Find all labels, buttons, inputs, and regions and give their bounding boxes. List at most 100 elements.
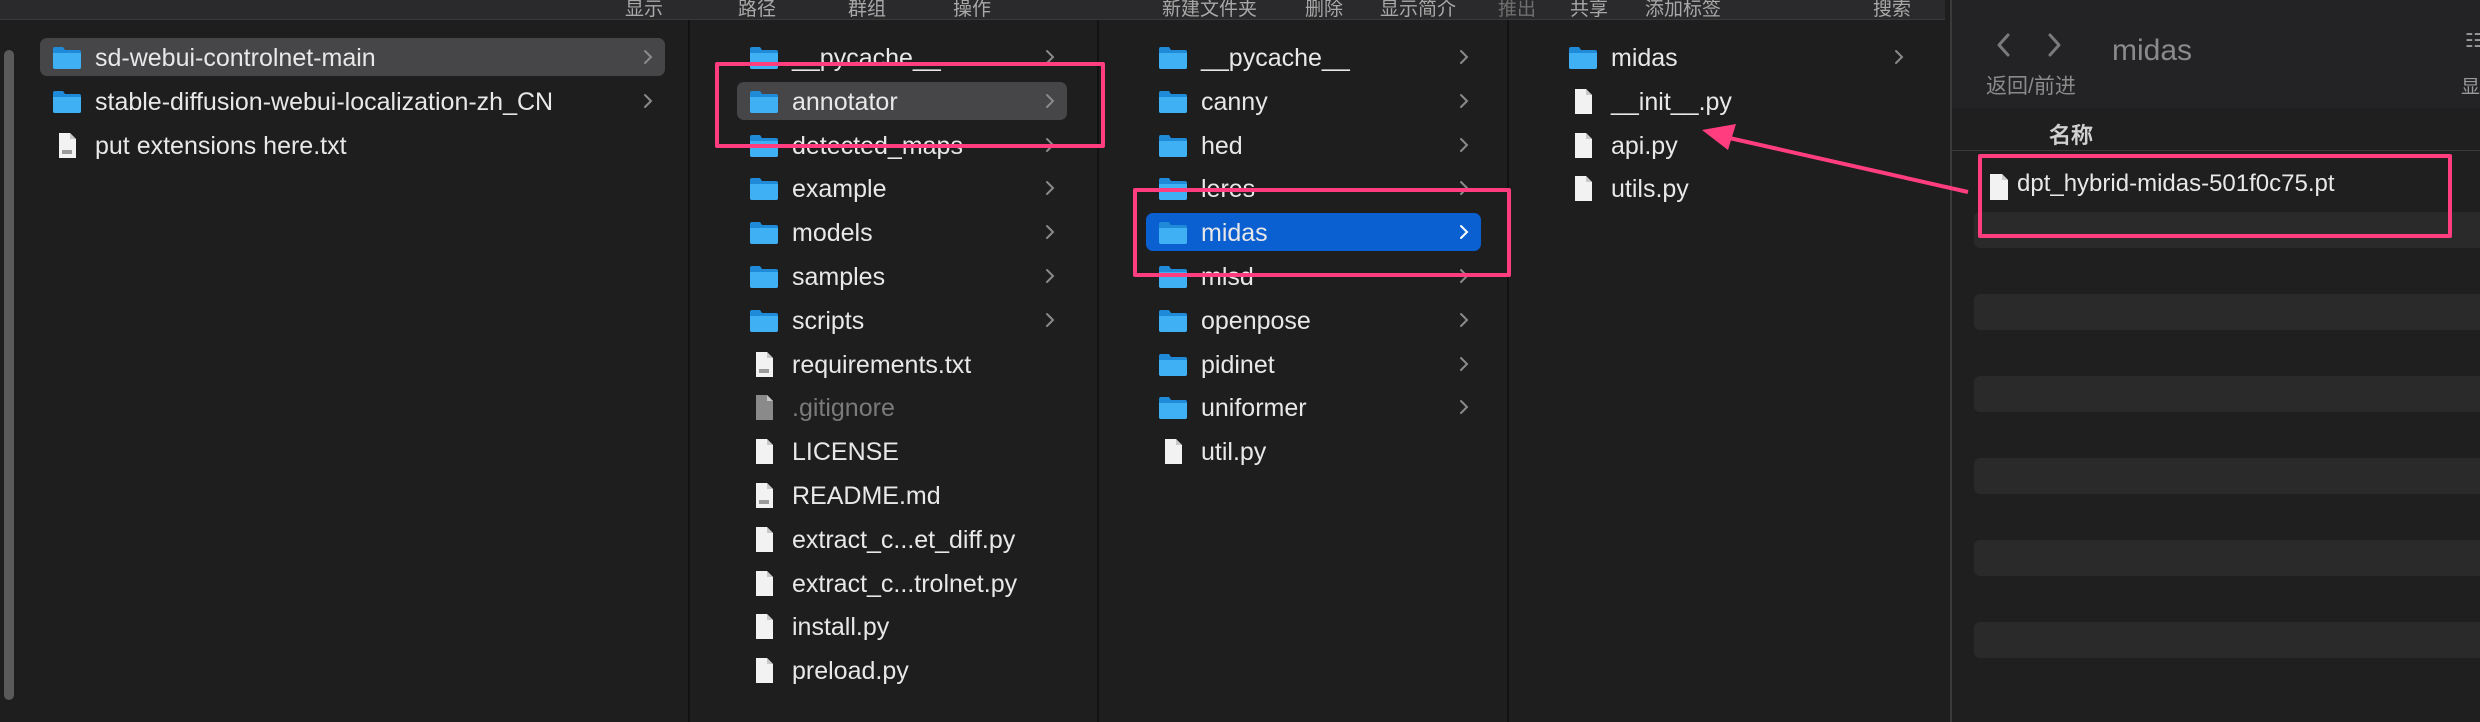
folder-row[interactable]: detected_maps [737,126,1067,164]
item-name: stable-diffusion-webui-localization-zh_C… [95,87,554,116]
file-row[interactable]: utils.py [1556,169,1916,207]
folder-icon [750,178,778,201]
folder-icon [750,134,778,157]
file-row[interactable]: preload.py [737,651,1067,689]
folder-icon [750,266,778,288]
file-row[interactable]: .gitignore [737,388,1067,426]
folder-icon [53,47,81,69]
folder-row[interactable]: openpose [1146,301,1481,339]
item-name: extract_c...et_diff.py [792,525,1016,554]
file-row[interactable]: extract_c...trolnet.py [737,564,1067,602]
file-icon [1575,176,1592,202]
name-column-header[interactable]: 名称 [2049,118,2093,150]
folder-row[interactable]: __pycache__ [737,38,1067,76]
toolbar-label[interactable]: 搜索 [1873,0,1911,19]
folder-row[interactable]: midas [1146,213,1481,252]
toolbar-label[interactable]: 显示简介 [1380,0,1456,19]
toolbar-label[interactable]: 路径 [738,0,776,19]
item-name: canny [1201,87,1268,116]
toolbar-label[interactable]: 添加标签 [1645,0,1721,19]
file-row[interactable]: LICENSE [737,432,1067,470]
chevron-right-icon [644,93,653,108]
folder-icon [1159,353,1187,376]
item-name: requirements.txt [792,350,972,379]
file-row[interactable]: extract_c...et_diff.py [737,520,1067,558]
toolbar-label[interactable]: 操作 [953,0,991,19]
folder-row[interactable]: annotator [737,81,1067,120]
chevron-right-icon [1460,137,1469,152]
item-name: preload.py [792,657,909,686]
markdown-file-icon [756,483,773,508]
item-name: sd-webui-controlnet-main [95,44,376,72]
forward-icon[interactable] [2042,30,2066,60]
folder-icon [1159,90,1187,113]
item-name: api.py [1611,131,1678,160]
folder-icon [1159,178,1187,201]
item-name: annotator [792,87,898,116]
toolbar-label[interactable]: 群组 [848,0,886,19]
file-icon [756,658,773,684]
folder-row[interactable]: mlsd [1146,257,1481,295]
finder-column-1: sd-webui-controlnet-main stable-diffusion… [0,20,690,722]
model-file-item[interactable]: dpt_hybrid-midas-501f0c75.pt [2017,170,2335,198]
vertical-scrollbar[interactable] [4,50,14,700]
folder-row[interactable]: uniformer [1146,388,1481,426]
item-name: openpose [1201,306,1311,335]
chevron-right-icon [1046,312,1055,327]
chevron-right-icon [1046,137,1055,152]
folder-icon [1159,222,1187,245]
toolbar-label[interactable]: 显示 [625,0,663,19]
back-forward-label: 返回/前进 [1986,75,2076,98]
item-name: LICENSE [792,438,899,467]
item-name: install.py [792,613,890,642]
item-name: util.py [1201,438,1267,467]
file-row[interactable]: put extensions here.txt [40,126,665,164]
file-icon [1165,439,1182,465]
toolbar-label[interactable]: 删除 [1305,0,1343,19]
file-row[interactable]: README.md [737,476,1067,514]
folder-row[interactable]: models [737,213,1067,251]
list-stripe [1974,622,2480,658]
chevron-right-icon [1046,181,1055,196]
list-stripe [1974,458,2480,494]
item-name: samples [792,263,886,291]
folder-row[interactable]: sd-webui-controlnet-main [40,38,665,76]
folder-row[interactable]: samples [737,257,1067,295]
item-name: example [792,175,887,204]
file-row[interactable]: install.py [737,607,1067,645]
folder-row[interactable]: __pycache__ [1146,38,1481,76]
folder-icon [750,222,778,245]
item-name: extract_c...trolnet.py [792,569,1018,598]
back-icon[interactable] [1992,30,2016,60]
folder-icon [1159,309,1187,332]
chevron-right-icon [644,50,653,64]
file-row[interactable]: __init__.py [1556,82,1916,120]
folder-row[interactable]: scripts [737,301,1067,339]
file-icon [1990,174,2008,200]
folder-row[interactable]: midas [1556,38,1916,76]
file-row[interactable]: util.py [1146,432,1481,470]
chevron-right-icon [1460,93,1469,108]
item-name: midas [1611,44,1678,72]
file-row[interactable]: api.py [1556,126,1916,164]
chevron-right-icon [1460,400,1469,415]
folder-row[interactable]: example [737,169,1067,207]
file-icon [756,570,773,596]
view-options-icon[interactable]: ☷ [2465,30,2480,53]
folder-row[interactable]: stable-diffusion-webui-localization-zh_C… [40,82,665,120]
folder-row[interactable]: leres [1146,169,1481,207]
toolbar-label[interactable]: 新建文件夹 [1162,0,1257,19]
item-name: __init__.py [1611,87,1732,116]
file-icon [1575,88,1592,114]
finder-column-2: __pycache__ annotator detected_mapsexample… [690,20,1099,722]
item-name: scripts [792,306,865,335]
folder-row[interactable]: pidinet [1146,345,1481,383]
folder-row[interactable]: canny [1146,82,1481,120]
toolbar-label[interactable]: 推出 [1498,0,1536,19]
file-row[interactable]: requirements.txt [737,345,1067,383]
item-name: uniformer [1201,394,1307,423]
finder-column-4: midas __init__.py api.py utils.py [1509,20,1945,722]
toolbar-label[interactable]: 共享 [1570,0,1608,19]
item-name: .gitignore [792,394,895,423]
folder-row[interactable]: hed [1146,126,1481,164]
